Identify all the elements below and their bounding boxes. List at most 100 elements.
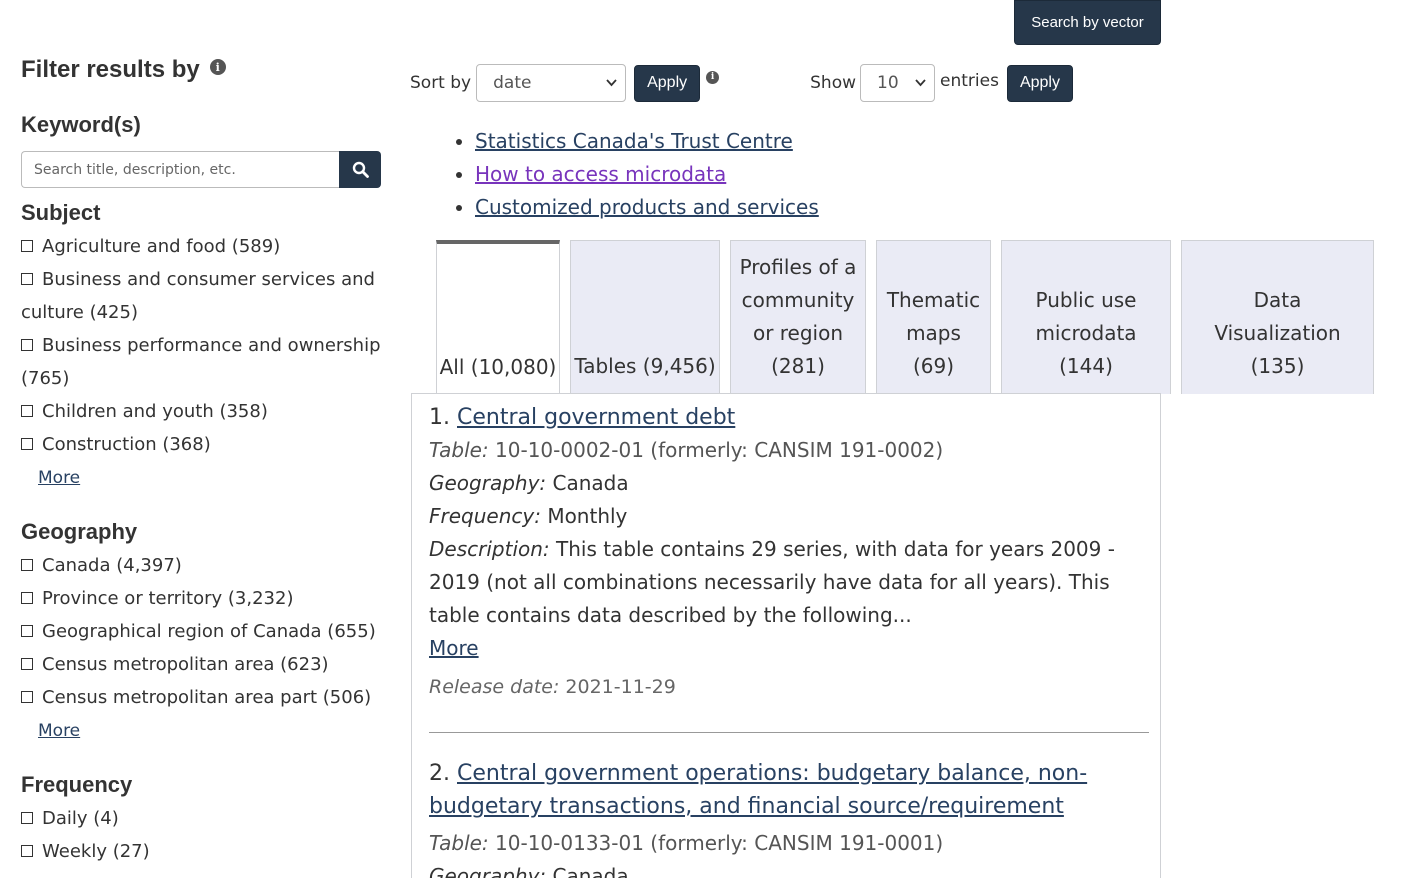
tab-profiles[interactable]: Profiles of a community or region (281) xyxy=(730,240,866,394)
checkbox-icon[interactable] xyxy=(21,559,33,571)
result-title: 2. Central government operations: budget… xyxy=(429,757,1149,823)
result-number: 1. xyxy=(429,405,450,430)
geography-option[interactable]: Geographical region of Canada (655) xyxy=(21,615,383,648)
geography-option[interactable]: Census metropolitan area part (506) xyxy=(21,681,383,714)
subject-option[interactable]: Children and youth (358) xyxy=(21,395,383,428)
geography-option[interactable]: Canada (4,397) xyxy=(21,549,383,582)
result-divider xyxy=(429,732,1149,733)
filter-title-text: Filter results by xyxy=(21,56,200,83)
result-field-value: Monthly xyxy=(547,504,628,528)
info-icon[interactable]: i xyxy=(209,59,226,75)
keyword-search-input[interactable] xyxy=(21,151,339,188)
subject-more-link[interactable]: More xyxy=(38,461,383,495)
result-field-key: Geography: xyxy=(429,864,547,878)
sort-label: Sort by xyxy=(410,73,472,93)
geography-option-label: Census metropolitan area part (506) xyxy=(42,687,372,708)
result-item: 1. Central government debt Table: 10-10-… xyxy=(429,401,1149,704)
tab-thematic-maps[interactable]: Thematic maps (69) xyxy=(876,240,991,394)
entries-select[interactable]: 10 xyxy=(860,64,936,102)
result-field-value: 2021-11-29 xyxy=(565,676,676,698)
list-item: Statistics Canada's Trust Centre xyxy=(475,125,819,158)
geography-option-label: Canada (4,397) xyxy=(42,555,182,576)
checkbox-icon[interactable] xyxy=(21,339,33,351)
subject-option[interactable]: Business and consumer services and cultu… xyxy=(21,263,383,329)
checkbox-icon[interactable] xyxy=(21,438,33,450)
tab-label: Public use microdata (144) xyxy=(1035,288,1137,378)
chevron-down-icon xyxy=(915,79,926,87)
result-field-key: Frequency: xyxy=(429,504,541,528)
geography-option-label: Province or territory (3,232) xyxy=(42,588,294,609)
tab-data-visualization[interactable]: Data Visualization (135) xyxy=(1181,240,1374,394)
search-by-vector-button[interactable]: Search by vector xyxy=(1014,0,1161,45)
frequency-heading: Frequency xyxy=(21,772,133,797)
checkbox-icon[interactable] xyxy=(21,845,33,857)
result-title-link[interactable]: Central government debt xyxy=(457,405,735,430)
frequency-option[interactable]: Daily (4) xyxy=(21,802,383,835)
result-more-link[interactable]: More xyxy=(429,636,479,660)
subject-option-label: Construction (368) xyxy=(42,434,211,455)
microdata-access-link[interactable]: How to access microdata xyxy=(475,162,726,186)
subject-option[interactable]: Construction (368) xyxy=(21,428,383,461)
checkbox-icon[interactable] xyxy=(21,273,33,285)
checkbox-icon[interactable] xyxy=(21,592,33,604)
frequency-facet: Frequency Daily (4) Weekly (27) xyxy=(21,772,383,868)
result-number: 2. xyxy=(429,761,450,786)
result-field-value: Canada xyxy=(552,471,629,495)
geography-more-link[interactable]: More xyxy=(38,714,383,748)
search-icon xyxy=(352,161,369,178)
keyword-search xyxy=(21,151,381,188)
checkbox-icon[interactable] xyxy=(21,625,33,637)
checkbox-icon[interactable] xyxy=(21,691,33,703)
geography-facet: Geography Canada (4,397) Province or ter… xyxy=(21,519,383,748)
result-table-id: Table: 10-10-0133-01 (formerly: CANSIM 1… xyxy=(429,827,1149,860)
sort-select[interactable]: date xyxy=(476,64,627,102)
result-table-id: Table: 10-10-0002-01 (formerly: CANSIM 1… xyxy=(429,434,1149,467)
subject-option-label: Children and youth (358) xyxy=(42,401,268,422)
result-description: Description: This table contains 29 seri… xyxy=(429,533,1149,632)
sort-apply-button[interactable]: Apply xyxy=(634,64,701,102)
tab-label: Data Visualization (135) xyxy=(1214,288,1341,378)
result-field-value: Canada xyxy=(552,864,629,878)
page: Search by vector Filter results by i Key… xyxy=(0,0,1404,878)
entries-label: entries xyxy=(940,71,999,91)
subject-heading: Subject xyxy=(21,200,101,225)
entries-apply-button[interactable]: Apply xyxy=(1006,64,1073,102)
sort-select-value: date xyxy=(493,73,532,93)
show-label: Show xyxy=(810,73,857,93)
subject-option[interactable]: Business performance and ownership (765) xyxy=(21,329,383,395)
checkbox-icon[interactable] xyxy=(21,658,33,670)
subject-option-label: Business and consumer services and cultu… xyxy=(21,269,375,323)
result-geography: Geography: Canada xyxy=(429,467,1149,500)
frequency-option-label: Daily (4) xyxy=(42,808,119,829)
result-frequency: Frequency: Monthly xyxy=(429,500,1149,533)
geography-option-label: Census metropolitan area (623) xyxy=(42,654,329,675)
result-field-value: 10-10-0133-01 (formerly: CANSIM 191-0001… xyxy=(495,831,944,855)
geography-option[interactable]: Province or territory (3,232) xyxy=(21,582,383,615)
checkbox-icon[interactable] xyxy=(21,405,33,417)
tab-label: All (10,080) xyxy=(439,355,557,379)
tab-label: Thematic maps (69) xyxy=(886,288,981,378)
search-button[interactable] xyxy=(339,151,381,188)
checkbox-icon[interactable] xyxy=(21,812,33,824)
geography-option[interactable]: Census metropolitan area (623) xyxy=(21,648,383,681)
result-item: 2. Central government operations: budget… xyxy=(429,757,1149,878)
frequency-option-label: Weekly (27) xyxy=(42,841,150,862)
tab-public-use-microdata[interactable]: Public use microdata (144) xyxy=(1001,240,1171,394)
checkbox-icon[interactable] xyxy=(21,240,33,252)
frequency-option[interactable]: Weekly (27) xyxy=(21,835,383,868)
result-title: 1. Central government debt xyxy=(429,401,1149,434)
result-release-date: Release date: 2021-11-29 xyxy=(429,671,1149,704)
result-field-key: Table: xyxy=(429,438,489,462)
result-title-link[interactable]: Central government operations: budgetary… xyxy=(429,761,1087,819)
tab-all[interactable]: All (10,080) xyxy=(436,240,560,395)
geography-heading: Geography xyxy=(21,519,138,544)
tab-label: Profiles of a community or region (281) xyxy=(739,255,857,378)
customized-products-link[interactable]: Customized products and services xyxy=(475,195,819,219)
subject-option-label: Business performance and ownership (765) xyxy=(21,335,381,389)
sort-info-icon[interactable]: i xyxy=(706,70,720,84)
tab-tables[interactable]: Tables (9,456) xyxy=(570,240,720,394)
chevron-down-icon xyxy=(606,79,617,87)
subject-option[interactable]: Agriculture and food (589) xyxy=(21,230,383,263)
sort-controls: Sort by date Apply i Show 10 entries App… xyxy=(410,64,1073,102)
trust-centre-link[interactable]: Statistics Canada's Trust Centre xyxy=(475,129,793,153)
